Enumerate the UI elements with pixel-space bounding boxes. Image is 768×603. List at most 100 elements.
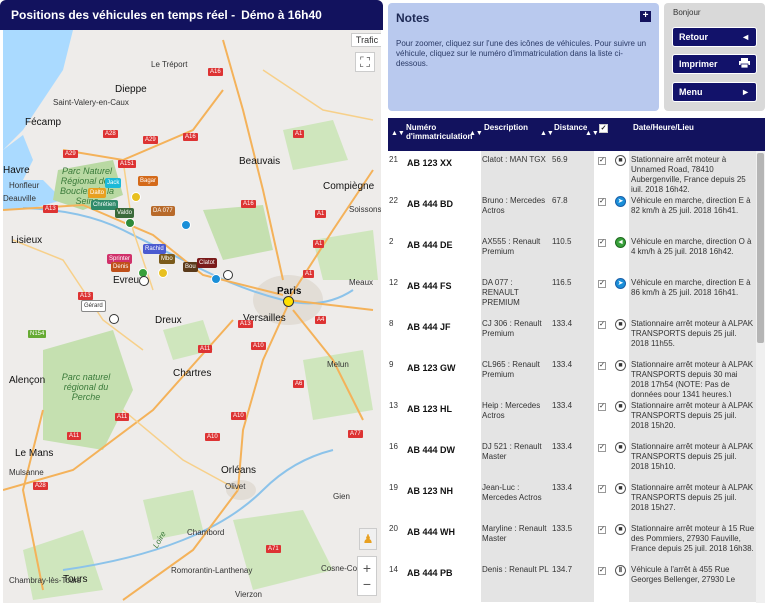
table-row[interactable]: 12 AB 444 FS DA 077 : RENAULT PREMIUM 116.5… bbox=[388, 274, 756, 315]
vehicle-marker-label[interactable]: Chrétien bbox=[91, 200, 118, 210]
plate-link[interactable]: AB 444 DE bbox=[404, 233, 481, 274]
sort-icon[interactable]: ▲▼ bbox=[391, 130, 405, 137]
table-row[interactable]: 8 AB 444 JF CJ 306 : Renault Premium 133.4 ✓… bbox=[388, 315, 756, 356]
plate-link[interactable]: AB 444 DW bbox=[404, 438, 481, 479]
vehicle-marker[interactable] bbox=[158, 268, 168, 278]
row-checkbox[interactable]: ✓ bbox=[598, 444, 606, 452]
table-scrollbar[interactable] bbox=[756, 151, 765, 603]
vehicle-distance: 133.4 bbox=[551, 438, 594, 479]
city-label: Havre bbox=[3, 165, 30, 176]
city-label: Fécamp bbox=[25, 117, 62, 128]
table-row[interactable]: 19 AB 123 NH Jean-Luc : Mercedes Actros 133… bbox=[388, 479, 756, 520]
vehicle-marker-label[interactable]: Bagar bbox=[138, 176, 159, 186]
row-checkbox[interactable]: ✓ bbox=[598, 280, 606, 288]
row-checkbox[interactable]: ✓ bbox=[598, 362, 606, 370]
vehicle-marker[interactable] bbox=[131, 192, 141, 202]
zoom-control: + − bbox=[357, 556, 377, 596]
vehicle-marker-label[interactable]: Dalto bbox=[88, 188, 107, 198]
vehicle-marker[interactable] bbox=[109, 314, 119, 324]
fullscreen-icon[interactable]: ⛶ bbox=[355, 52, 375, 72]
vehicle-description: DJ 521 : Renault Master bbox=[481, 438, 551, 479]
scrollbar-thumb[interactable] bbox=[757, 153, 764, 343]
table-row[interactable]: 16 AB 444 DW DJ 521 : Renault Master 133.4 ✓… bbox=[388, 438, 756, 479]
vehicle-marker-label[interactable]: Rachid bbox=[143, 244, 166, 254]
expand-icon[interactable]: + bbox=[640, 11, 651, 22]
plate-link[interactable]: AB 123 NH bbox=[404, 479, 481, 520]
plate-link[interactable]: AB 444 JF bbox=[404, 315, 481, 356]
table-row[interactable]: 20 AB 444 WH Maryline : Renault Master 133.… bbox=[388, 520, 756, 561]
sort-icon[interactable]: ▲▼ bbox=[469, 130, 483, 137]
row-checkbox-cell: ✓ bbox=[594, 438, 612, 479]
table-row[interactable]: 9 AB 123 GW CL965 : Renault Premium 133.4 ✓ ■… bbox=[388, 356, 756, 399]
table-row[interactable]: 21 AB 123 XX Clatot : MAN TGX 56.9 ✓ ■ Station… bbox=[388, 151, 756, 194]
plate-link[interactable]: AB 444 BD bbox=[404, 192, 481, 233]
vehicle-marker-label[interactable]: Valdo bbox=[115, 208, 134, 218]
map-panel: Positions des véhicules en temps réel - … bbox=[0, 0, 383, 603]
row-checkbox[interactable]: ✓ bbox=[598, 526, 606, 534]
vehicle-description: Jean-Luc : Mercedes Actros bbox=[481, 479, 551, 520]
vehicle-marker[interactable] bbox=[223, 270, 233, 280]
selected-location-marker[interactable] bbox=[283, 296, 294, 307]
vehicle-marker-label[interactable]: Jack bbox=[105, 178, 122, 188]
zoom-out-button[interactable]: − bbox=[363, 576, 371, 592]
map-canvas[interactable]: Parc Naturel Régional des Boucles de la … bbox=[3, 30, 381, 603]
vehicle-description: AX555 : Renault Premium bbox=[481, 233, 551, 274]
vehicle-marker[interactable] bbox=[181, 220, 191, 230]
print-button[interactable]: Imprimer bbox=[672, 54, 757, 74]
row-checkbox[interactable]: ✓ bbox=[598, 239, 606, 247]
vehicle-marker-label[interactable]: Clatot bbox=[197, 258, 217, 268]
vehicle-location: Véhicule à l'arrêt à 455 Rue Georges Bel… bbox=[629, 561, 756, 602]
city-label: Mulsanne bbox=[9, 468, 44, 477]
road-shield: A1 bbox=[293, 130, 305, 138]
vehicle-marker-label[interactable]: Denis bbox=[111, 262, 131, 272]
menu-button[interactable]: Menu ► bbox=[672, 82, 757, 102]
plate-link[interactable]: AB 123 HL bbox=[404, 397, 481, 438]
map-time-label: Démo à 16h40 bbox=[241, 8, 322, 22]
row-checkbox[interactable]: ✓ bbox=[598, 485, 606, 493]
plate-link[interactable]: AB 123 GW bbox=[404, 356, 481, 397]
vehicle-marker-label[interactable]: Bou bbox=[183, 262, 198, 272]
road-shield: A29 bbox=[143, 136, 158, 144]
table-row[interactable]: 22 AB 444 BD Bruno : Mercedes Actros 67.8 ✓ ➤… bbox=[388, 192, 756, 233]
column-header-plate[interactable]: Numéro d'immatriculation bbox=[406, 123, 472, 141]
region-label: Parc naturel régional du Perche bbox=[61, 372, 111, 402]
vehicle-location: Stationnaire arrêt moteur à ALPAK TRANSP… bbox=[629, 315, 756, 356]
row-number: 14 bbox=[388, 561, 404, 602]
city-label: Gien bbox=[333, 492, 350, 501]
row-checkbox[interactable]: ✓ bbox=[598, 403, 606, 411]
row-checkbox[interactable]: ✓ bbox=[598, 567, 606, 575]
notes-title: Notes bbox=[396, 11, 430, 25]
vehicle-marker[interactable] bbox=[125, 218, 135, 228]
sort-icon[interactable]: ▲▼ bbox=[585, 130, 599, 137]
table-row[interactable]: 14 AB 444 PB Denis : Renault PL 134.7 ✓ Ⅱ Véhi… bbox=[388, 561, 756, 602]
zoom-in-button[interactable]: + bbox=[363, 560, 371, 576]
vehicle-location: Stationnaire arrêt moteur à ALPAK TRANSP… bbox=[629, 356, 756, 399]
stopped-icon: ■ bbox=[615, 442, 626, 453]
column-header-description[interactable]: Description bbox=[484, 123, 544, 132]
stopped-icon: ■ bbox=[615, 155, 626, 166]
app-root: Positions des véhicules en temps réel - … bbox=[0, 0, 768, 603]
row-checkbox[interactable]: ✓ bbox=[598, 157, 606, 165]
vehicle-marker-label[interactable]: DA 077 bbox=[151, 206, 175, 216]
vehicle-distance: 56.9 bbox=[551, 151, 594, 192]
row-checkbox-cell: ✓ bbox=[594, 151, 612, 192]
vehicle-marker[interactable] bbox=[139, 276, 149, 286]
table-row[interactable]: 13 AB 123 HL Heip : Mercedes Actros 133.4 ✓ ■… bbox=[388, 397, 756, 438]
city-label: Deauville bbox=[3, 194, 36, 203]
traffic-toggle-button[interactable]: Trafic bbox=[351, 33, 381, 47]
column-header-datetime[interactable]: Date/Heure/Lieu bbox=[633, 123, 733, 132]
plate-link[interactable]: AB 444 WH bbox=[404, 520, 481, 561]
street-view-icon[interactable]: ♟ bbox=[359, 528, 377, 550]
table-row[interactable]: 2 AB 444 DE AX555 : Renault Premium 110.5 ✓ ◄… bbox=[388, 233, 756, 274]
plate-link[interactable]: AB 444 PB bbox=[404, 561, 481, 602]
vehicle-marker[interactable] bbox=[211, 274, 221, 284]
plate-link[interactable]: AB 123 XX bbox=[404, 151, 481, 192]
vehicle-marker-label[interactable]: Gérard bbox=[81, 300, 106, 312]
plate-link[interactable]: AB 444 FS bbox=[404, 274, 481, 315]
row-checkbox[interactable]: ✓ bbox=[598, 321, 606, 329]
sort-icon[interactable]: ▲▼ bbox=[540, 130, 554, 137]
select-all-checkbox[interactable]: ✓ bbox=[599, 124, 608, 133]
row-checkbox[interactable]: ✓ bbox=[598, 198, 606, 206]
back-button[interactable]: Retour ◄ bbox=[672, 27, 757, 47]
vehicle-marker-label[interactable]: Mbo bbox=[159, 254, 175, 264]
